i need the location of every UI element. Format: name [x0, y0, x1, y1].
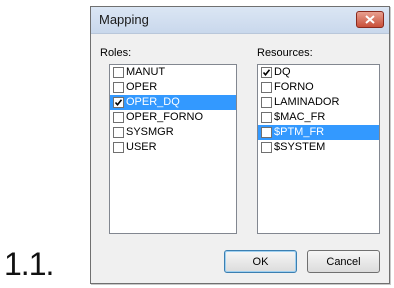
role-item-label: SYSMGR [126, 126, 174, 138]
resource-checkbox[interactable] [261, 67, 272, 78]
resource-checkbox[interactable] [261, 97, 272, 108]
resource-list-item[interactable]: $SYSTEM [258, 140, 379, 155]
resource-list-item[interactable]: $PTM_FR [258, 125, 379, 140]
close-button[interactable] [356, 11, 384, 28]
role-list-item[interactable]: OPER [110, 80, 236, 95]
resource-checkbox[interactable] [261, 82, 272, 93]
title-bar[interactable]: Mapping [91, 7, 389, 34]
role-list-item[interactable]: SYSMGR [110, 125, 236, 140]
resource-list-item[interactable]: LAMINADOR [258, 95, 379, 110]
resource-item-label: DQ [274, 66, 291, 78]
role-item-label: MANUT [126, 66, 166, 78]
role-checkbox[interactable] [113, 97, 124, 108]
role-checkbox[interactable] [113, 67, 124, 78]
resource-list-item[interactable]: FORNO [258, 80, 379, 95]
role-item-label: OPER [126, 81, 158, 93]
role-item-label: USER [126, 141, 157, 153]
role-checkbox[interactable] [113, 127, 124, 138]
roles-label: Roles: [100, 47, 132, 59]
cancel-button[interactable]: Cancel [307, 250, 380, 273]
step-number: 1.1. [4, 246, 54, 282]
role-item-label: OPER_DQ [126, 96, 180, 108]
resource-item-label: LAMINADOR [274, 96, 340, 108]
resource-checkbox[interactable] [261, 142, 272, 153]
resource-item-label: FORNO [274, 81, 314, 93]
role-list-item[interactable]: OPER_DQ [110, 95, 236, 110]
role-list-item[interactable]: MANUT [110, 65, 236, 80]
resource-item-label: $SYSTEM [274, 141, 326, 153]
role-list-item[interactable]: OPER_FORNO [110, 110, 236, 125]
role-list-item[interactable]: USER [110, 140, 236, 155]
ok-button[interactable]: OK [224, 250, 297, 273]
roles-list[interactable]: MANUT OPER OPER_DQ OPER_FORNO SYSMGR USER [109, 64, 237, 234]
resource-item-label: $MAC_FR [274, 111, 326, 123]
role-item-label: OPER_FORNO [126, 111, 204, 123]
resource-list-item[interactable]: $MAC_FR [258, 110, 379, 125]
role-checkbox[interactable] [113, 112, 124, 123]
resource-checkbox[interactable] [261, 112, 272, 123]
role-checkbox[interactable] [113, 82, 124, 93]
resource-list-item[interactable]: DQ [258, 65, 379, 80]
resources-list[interactable]: DQ FORNO LAMINADOR $MAC_FR $PTM_FR $SYSTEM [257, 64, 380, 234]
role-checkbox[interactable] [113, 142, 124, 153]
resources-label: Resources: [257, 47, 313, 59]
close-icon [357, 12, 383, 27]
resource-checkbox[interactable] [261, 127, 272, 138]
resource-item-label: $PTM_FR [274, 126, 325, 138]
mapping-dialog: Mapping Roles: MANUT OPER OPER_DQ OPER_FORN… [90, 6, 390, 284]
dialog-title: Mapping [99, 12, 149, 27]
